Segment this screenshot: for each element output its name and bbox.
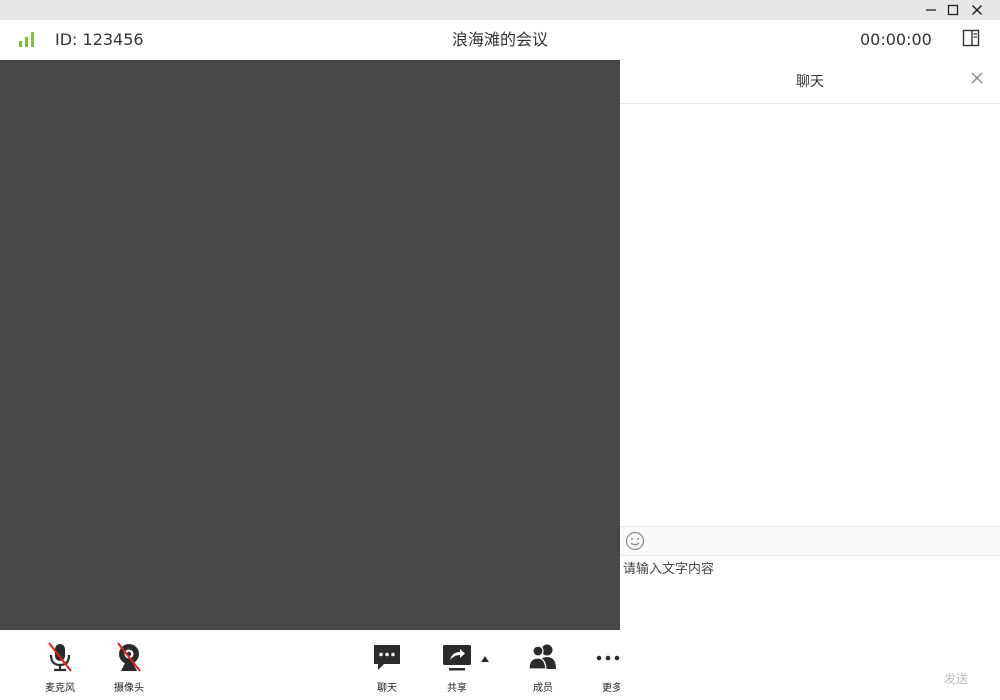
meeting-window: ID: 123456 浪海滩的会议 00:00:00 麦克风 摄像头 聊天 共享… xyxy=(0,0,1000,700)
emoji-icon[interactable] xyxy=(625,531,645,551)
chat-button[interactable]: 聊天 xyxy=(357,640,417,698)
microphone-label: 麦克风 xyxy=(45,683,75,694)
meeting-id: ID: 123456 xyxy=(55,30,144,49)
caret-up-icon[interactable] xyxy=(480,655,490,663)
members-label: 成员 xyxy=(533,683,553,694)
chat-panel: 聊天 发送 xyxy=(620,60,1000,700)
chat-bubble-icon xyxy=(374,645,400,670)
close-icon[interactable] xyxy=(970,71,984,85)
maximize-icon xyxy=(947,4,959,16)
microphone-button[interactable]: 麦克风 xyxy=(30,640,90,698)
meeting-header: ID: 123456 浪海滩的会议 00:00:00 xyxy=(0,20,1000,60)
members-icon xyxy=(528,644,556,670)
close-icon xyxy=(972,5,982,15)
minimize-icon xyxy=(926,9,936,11)
more-dots-icon xyxy=(596,655,620,661)
microphone-muted-icon xyxy=(48,642,72,672)
share-label: 共享 xyxy=(447,683,467,694)
meeting-timer: 00:00:00 xyxy=(860,30,932,49)
more-button[interactable]: 更多 xyxy=(580,640,620,698)
camera-label: 摄像头 xyxy=(114,683,144,694)
send-button[interactable]: 发送 xyxy=(930,668,982,690)
share-screen-icon xyxy=(443,645,471,671)
chat-header: 聊天 xyxy=(620,60,1000,104)
members-button[interactable]: 成员 xyxy=(513,640,573,698)
chat-label: 聊天 xyxy=(377,683,397,694)
share-button[interactable]: 共享 xyxy=(427,640,487,698)
more-label: 更多 xyxy=(602,683,620,694)
chat-title: 聊天 xyxy=(796,74,824,90)
video-area[interactable] xyxy=(0,60,620,630)
sidebar-toggle-icon[interactable] xyxy=(962,29,980,47)
chat-message-list[interactable] xyxy=(620,104,1000,526)
meeting-toolbar: 麦克风 摄像头 聊天 共享 成员 更多 xyxy=(0,630,620,700)
chat-message-input[interactable] xyxy=(620,556,1000,674)
chat-input-toolbar xyxy=(620,526,1000,556)
window-close-button[interactable] xyxy=(964,0,990,20)
camera-button[interactable]: 摄像头 xyxy=(99,640,159,698)
camera-off-icon xyxy=(117,642,141,672)
maximize-button[interactable] xyxy=(940,0,966,20)
meeting-title: 浪海滩的会议 xyxy=(451,30,548,49)
signal-strength-icon xyxy=(19,32,34,47)
window-titlebar xyxy=(0,0,1000,20)
